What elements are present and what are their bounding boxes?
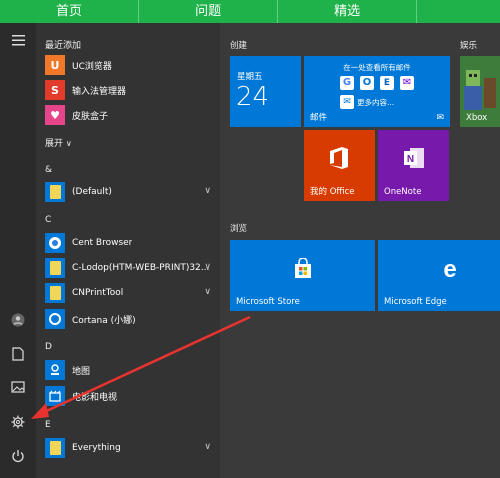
office-tile[interactable]: 我的 Office	[304, 130, 375, 201]
uc-browser-icon: U	[45, 55, 65, 75]
app-item-input-method[interactable]: S 输入法管理器	[45, 79, 215, 101]
hamburger-menu-icon[interactable]	[8, 33, 28, 53]
chevron-down-icon: ∨	[204, 186, 211, 196]
app-item-default-folder[interactable]: (Default) ∨	[45, 181, 215, 203]
edge-label: Microsoft Edge	[384, 297, 447, 307]
cortana-icon	[45, 309, 65, 329]
app-item-skin-box[interactable]: ♥ 皮肤盒子	[45, 104, 215, 126]
xbox-label: Xbox	[466, 113, 488, 123]
sogou-input-icon: S	[45, 80, 65, 100]
mail-header: 在一处查看所有邮件	[343, 63, 411, 72]
app-item-everything-folder[interactable]: Everything ∨	[45, 437, 215, 459]
svg-text:N: N	[407, 154, 414, 165]
calendar-day: 24	[236, 82, 270, 112]
app-item-maps[interactable]: 地图	[45, 359, 215, 381]
mail-label: 邮件	[310, 113, 328, 123]
nav-questions[interactable]: 问题	[138, 0, 277, 23]
edge-tile[interactable]: e Microsoft Edge	[378, 240, 500, 311]
group-title-browse: 浏览	[230, 224, 248, 234]
mail-more-row: ✉ 更多内容...	[340, 95, 394, 109]
group-letter-ampersand[interactable]: &	[45, 165, 52, 175]
mail-more-label: 更多内容...	[357, 97, 395, 107]
onenote-label: OneNote	[384, 187, 422, 197]
store-bag-icon	[295, 258, 311, 278]
start-rail	[0, 23, 36, 478]
google-icon: G	[340, 76, 354, 90]
calendar-tile[interactable]: 星期五 24	[230, 56, 301, 127]
group-title-entertainment: 娱乐	[460, 41, 478, 51]
cent-browser-icon	[45, 233, 65, 253]
exchange-icon: E	[380, 76, 394, 90]
app-item-cnprinttool-folder[interactable]: CNPrintTool ∨	[45, 282, 215, 304]
folder-icon	[45, 438, 65, 458]
app-list: 最近添加 U UC浏览器 S 输入法管理器 ♥ 皮肤盒子 展开 ∨ & (Def…	[36, 23, 220, 478]
group-title-create: 创建	[230, 41, 248, 51]
folder-icon	[45, 258, 65, 278]
edge-icon: e	[443, 256, 456, 280]
mail-icon-small: ✉	[340, 95, 354, 109]
tile-area: 创建 娱乐 星期五 24 在一处查看所有邮件 G O E ✉ ✉ 更多内容...…	[220, 23, 500, 478]
app-item-cortana[interactable]: Cortana (小娜)	[45, 308, 215, 330]
office-label: 我的 Office	[310, 187, 355, 197]
onenote-tile[interactable]: N OneNote	[378, 130, 449, 201]
chevron-down-icon: ∨	[204, 262, 211, 272]
skin-box-icon: ♥	[45, 105, 65, 125]
power-icon[interactable]	[8, 449, 28, 469]
app-item-movies-tv[interactable]: 电影和电视	[45, 385, 215, 407]
chevron-down-icon: ∨	[204, 442, 211, 452]
settings-gear-icon[interactable]	[8, 415, 28, 435]
svg-text:e: e	[443, 256, 456, 280]
app-item-cent-browser[interactable]: Cent Browser	[45, 232, 215, 254]
xbox-tile[interactable]: Xbox	[460, 56, 500, 127]
mail-service-icons: G O E ✉	[340, 76, 414, 90]
chevron-down-icon: ∨	[204, 287, 211, 297]
user-avatar-icon[interactable]	[8, 313, 28, 333]
envelope-icon: ✉	[436, 113, 444, 123]
group-letter-e[interactable]: E	[45, 420, 51, 430]
onenote-icon: N	[404, 148, 424, 168]
nav-extra	[416, 0, 500, 23]
outlook-icon: O	[360, 76, 374, 90]
recently-added-header: 最近添加	[45, 41, 82, 51]
store-label: Microsoft Store	[236, 297, 300, 307]
folder-icon	[45, 283, 65, 303]
maps-icon	[45, 360, 65, 380]
group-letter-d[interactable]: D	[45, 342, 52, 352]
app-item-c-lodop-folder[interactable]: C-Lodop(HTM-WEB-PRINT)32... ∨	[45, 257, 215, 279]
app-item-uc-browser[interactable]: U UC浏览器	[45, 54, 215, 76]
movies-tv-icon	[45, 386, 65, 406]
top-nav: 首页 问题 精选	[0, 0, 500, 23]
documents-icon[interactable]	[8, 347, 28, 367]
yahoo-mail-icon: ✉	[400, 76, 414, 90]
calendar-weekday: 星期五	[237, 72, 263, 82]
expand-toggle[interactable]: 展开 ∨	[45, 136, 72, 149]
pictures-icon[interactable]	[8, 380, 28, 400]
store-tile[interactable]: Microsoft Store	[230, 240, 375, 311]
nav-featured[interactable]: 精选	[277, 0, 416, 23]
mail-tile[interactable]: 在一处查看所有邮件 G O E ✉ ✉ 更多内容... 邮件 ✉	[304, 56, 450, 127]
group-letter-c[interactable]: C	[45, 215, 51, 225]
chevron-down-icon: ∨	[65, 139, 72, 148]
expand-label: 展开	[45, 139, 64, 149]
folder-icon	[45, 182, 65, 202]
nav-home[interactable]: 首页	[0, 0, 138, 23]
office-icon	[330, 147, 348, 169]
